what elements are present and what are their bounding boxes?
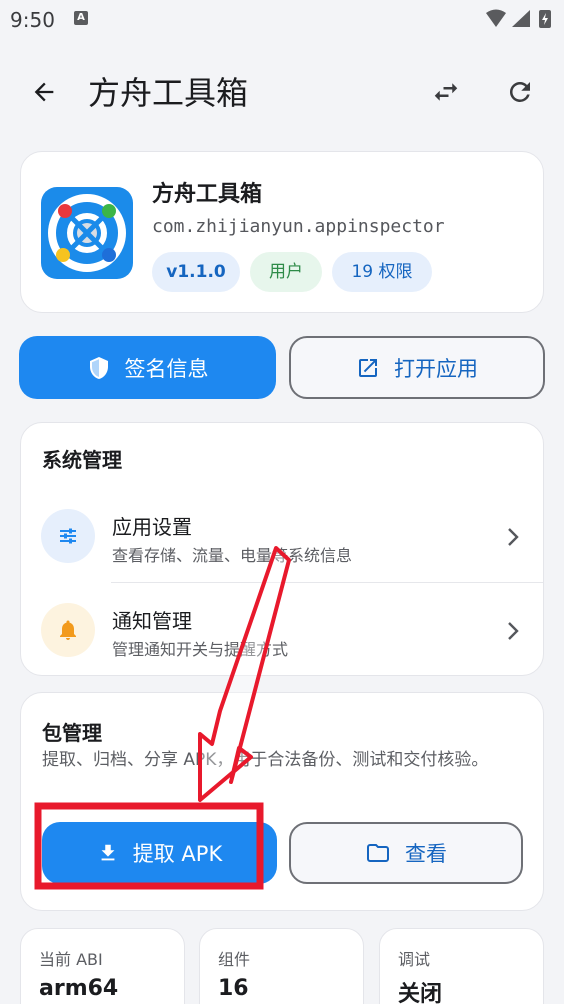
package-management-card: 包管理 提取、归档、分享 APK，用于合法备份、测试和交付核验。 提取 APK … <box>20 692 544 911</box>
extract-apk-button[interactable]: 提取 APK <box>42 822 277 884</box>
list-item-subtitle: 管理通知开关与提醒方式 <box>112 640 289 659</box>
view-label: 查看 <box>405 842 447 866</box>
refresh-button[interactable] <box>498 70 542 114</box>
swap-icon <box>434 83 458 101</box>
page-title: 方舟工具箱 <box>88 74 249 112</box>
stat-card-abi: 当前 ABI arm64 <box>20 928 185 1004</box>
stat-card-components: 组件 16 <box>199 928 364 1004</box>
list-item-title: 应用设置 <box>112 515 192 539</box>
bell-icon <box>41 603 95 657</box>
back-button[interactable] <box>22 70 66 114</box>
open-app-button[interactable]: 打开应用 <box>289 336 545 399</box>
section-title: 系统管理 <box>42 448 122 472</box>
stat-label: 当前 ABI <box>39 950 103 969</box>
stat-value: 16 <box>218 976 249 1001</box>
open-external-icon <box>359 358 377 377</box>
refresh-icon <box>509 81 530 102</box>
version-chip: v1.1.0 <box>152 252 240 292</box>
section-title: 包管理 <box>42 721 102 745</box>
app-type-chip: 用户 <box>250 252 322 292</box>
extract-apk-label: 提取 APK <box>132 842 223 866</box>
sliders-icon <box>41 509 95 563</box>
signature-info-label: 签名信息 <box>124 356 209 381</box>
back-arrow-icon <box>34 82 54 102</box>
package-name: com.zhijianyun.appinspector <box>152 216 445 237</box>
system-management-card: 系统管理 应用设置 查看存储、流量、电量等系统信息 通知管理 管理通知开关与提醒… <box>20 422 544 676</box>
wifi-icon <box>486 9 506 27</box>
view-button[interactable]: 查看 <box>289 822 523 884</box>
list-item-notification-management[interactable]: 通知管理 管理通知开关与提醒方式 <box>21 585 543 677</box>
stat-value: arm64 <box>39 976 119 1001</box>
list-item-subtitle: 查看存储、流量、电量等系统信息 <box>112 546 353 565</box>
status-icons <box>484 8 554 34</box>
chevron-right-icon <box>508 622 519 640</box>
section-description: 提取、归档、分享 APK，用于合法备份、测试和交付核验。 <box>42 750 489 770</box>
open-app-label: 打开应用 <box>394 356 478 381</box>
signature-info-button[interactable]: 签名信息 <box>19 336 276 399</box>
stat-card-debug: 调试 关闭 <box>379 928 544 1004</box>
app-logo-icon <box>41 187 133 279</box>
app-bar: 方舟工具箱 <box>0 60 564 120</box>
permissions-chip[interactable]: 19 权限 <box>332 252 432 292</box>
swap-button[interactable] <box>424 70 468 114</box>
stat-label: 调试 <box>398 950 431 969</box>
list-item-title: 通知管理 <box>112 609 192 633</box>
list-item-app-settings[interactable]: 应用设置 查看存储、流量、电量等系统信息 <box>21 491 543 583</box>
app-info-card: 方舟工具箱 com.zhijianyun.appinspector v1.1.0… <box>20 151 544 313</box>
stat-label: 组件 <box>218 950 251 969</box>
signal-icon <box>512 10 530 27</box>
download-icon <box>101 844 115 861</box>
status-bar: 9:50 A <box>0 0 564 40</box>
status-time: 9:50 <box>10 8 55 32</box>
folder-icon <box>367 844 389 862</box>
stat-value: 关闭 <box>398 982 443 1004</box>
chevron-right-icon <box>508 528 519 546</box>
shield-icon <box>89 356 108 379</box>
divider <box>111 582 543 583</box>
app-name: 方舟工具箱 <box>152 182 263 207</box>
notification-a-icon: A <box>74 11 88 25</box>
